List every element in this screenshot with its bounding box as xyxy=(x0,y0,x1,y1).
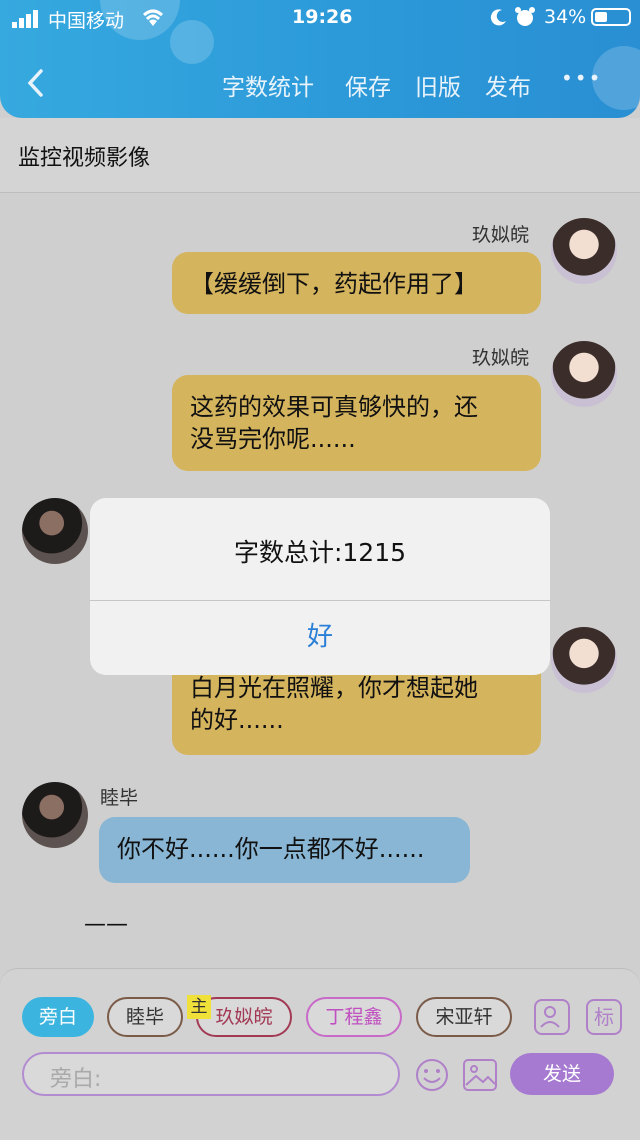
role-chip[interactable]: 宋亚轩 xyxy=(416,997,512,1037)
avatar[interactable] xyxy=(551,218,617,284)
role-manage-icon[interactable] xyxy=(534,999,570,1035)
message-text: 白月光在照耀，你才想起她 xyxy=(190,674,478,702)
message-text: 没骂完你呢...... xyxy=(190,425,356,453)
save-button[interactable]: 保存 xyxy=(345,68,391,102)
message-text: 这药的效果可真够快的，还 xyxy=(190,393,478,421)
message-input[interactable]: 旁白: xyxy=(22,1052,400,1096)
alert-dialog: 字数总计:1215 好 xyxy=(90,498,550,675)
app-header: 中国移动 19:26 34% 字数统计 保存 旧版 发布 ••• xyxy=(0,0,640,118)
role-chip[interactable]: 睦毕 xyxy=(107,997,183,1037)
image-icon[interactable] xyxy=(462,1057,498,1093)
message-text: 【缓缓倒下，药起作用了】 xyxy=(190,270,478,298)
battery-percent: 34% xyxy=(544,6,587,28)
battery-icon xyxy=(591,8,631,26)
back-icon[interactable] xyxy=(22,68,52,98)
speaker-name: 睦毕 xyxy=(100,787,139,809)
message-bubble[interactable]: 【缓缓倒下，药起作用了】 xyxy=(172,252,541,314)
publish-button[interactable]: 发布 xyxy=(485,68,531,102)
clock: 19:26 xyxy=(292,6,353,28)
emoji-icon[interactable] xyxy=(414,1057,450,1093)
message-bubble[interactable]: 这药的效果可真够快的，还 没骂完你呢...... xyxy=(172,375,541,471)
alarm-icon xyxy=(514,7,536,27)
dialog-message: 字数总计:1215 xyxy=(233,538,407,567)
speaker-name: 玖姒皖 xyxy=(472,224,530,246)
signal-icon xyxy=(12,10,42,28)
main-role-badge: 主 xyxy=(187,995,211,1019)
do-not-disturb-icon xyxy=(490,8,508,26)
message-text: 的好...... xyxy=(190,706,284,734)
avatar[interactable] xyxy=(551,341,617,407)
word-count-button[interactable]: 字数统计 xyxy=(222,68,314,102)
message-text: 你不好......你一点都不好...... xyxy=(117,835,425,863)
avatar[interactable] xyxy=(22,782,88,848)
carrier-name: 中国移动 xyxy=(48,10,125,32)
speaker-name: 玖姒皖 xyxy=(472,347,530,369)
role-chip-narrator[interactable]: 旁白 xyxy=(22,997,94,1037)
old-version-button[interactable]: 旧版 xyxy=(415,68,461,102)
more-icon[interactable]: ••• xyxy=(561,66,602,90)
decor-bubble xyxy=(170,20,214,64)
title-bar: 监控视频影像 xyxy=(0,118,640,193)
message-bubble[interactable]: 你不好......你一点都不好...... xyxy=(99,817,470,883)
composer-panel: 旁白 睦毕 玖姒皖 主 丁程鑫 宋亚轩 标 旁白: 发送 xyxy=(0,968,640,1140)
page-title: 监控视频影像 xyxy=(18,146,151,171)
narration-divider: —— xyxy=(84,912,128,937)
dialog-ok-button[interactable]: 好 xyxy=(90,601,550,675)
send-button[interactable]: 发送 xyxy=(510,1053,614,1095)
avatar[interactable] xyxy=(551,627,617,693)
avatar[interactable] xyxy=(22,498,88,564)
mark-button[interactable]: 标 xyxy=(586,999,622,1035)
wifi-icon xyxy=(140,6,166,28)
input-placeholder: 旁白: xyxy=(50,1067,102,1092)
role-chip[interactable]: 丁程鑫 xyxy=(306,997,402,1037)
